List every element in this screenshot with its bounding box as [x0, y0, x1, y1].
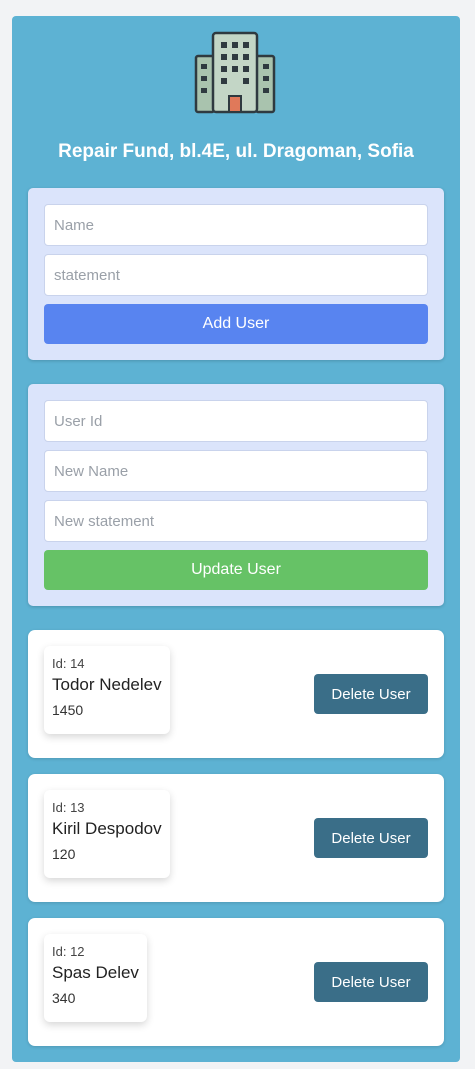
delete-user-button[interactable]: Delete User	[314, 674, 428, 714]
user-info: Id: 13 Kiril Despodov 120	[44, 790, 170, 878]
user-card: Id: 12 Spas Delev 340 Delete User	[28, 918, 444, 1046]
delete-user-button[interactable]: Delete User	[314, 818, 428, 858]
user-statement: 1450	[52, 702, 84, 718]
update-user-form: Update User	[28, 384, 444, 606]
user-name: Todor Nedelev	[52, 675, 162, 694]
new-statement-input[interactable]	[44, 500, 428, 542]
add-user-button[interactable]: Add User	[44, 304, 428, 344]
user-id: Id: 12	[52, 944, 85, 959]
user-name: Kiril Despodov	[52, 819, 162, 838]
user-card: Id: 13 Kiril Despodov 120 Delete User	[28, 774, 444, 902]
user-info: Id: 12 Spas Delev 340	[44, 934, 147, 1022]
new-name-input[interactable]	[44, 450, 428, 492]
delete-user-button[interactable]: Delete User	[314, 962, 428, 1002]
user-statement: 340	[52, 990, 76, 1006]
app-panel: Repair Fund, bl.4E, ul. Dragoman, Sofia …	[12, 16, 460, 1062]
user-name: Spas Delev	[52, 963, 139, 982]
user-id-input[interactable]	[44, 400, 428, 442]
statement-input[interactable]	[44, 254, 428, 296]
add-user-form: Add User	[28, 188, 444, 360]
user-id: Id: 14	[52, 656, 85, 671]
update-user-button[interactable]: Update User	[44, 550, 428, 590]
user-id: Id: 13	[52, 800, 85, 815]
user-card: Id: 14 Todor Nedelev 1450 Delete User	[28, 630, 444, 758]
name-input[interactable]	[44, 204, 428, 246]
building-icon	[194, 31, 276, 114]
user-info: Id: 14 Todor Nedelev 1450	[44, 646, 170, 734]
user-statement: 120	[52, 846, 76, 862]
page-title: Repair Fund, bl.4E, ul. Dragoman, Sofia	[58, 141, 414, 162]
